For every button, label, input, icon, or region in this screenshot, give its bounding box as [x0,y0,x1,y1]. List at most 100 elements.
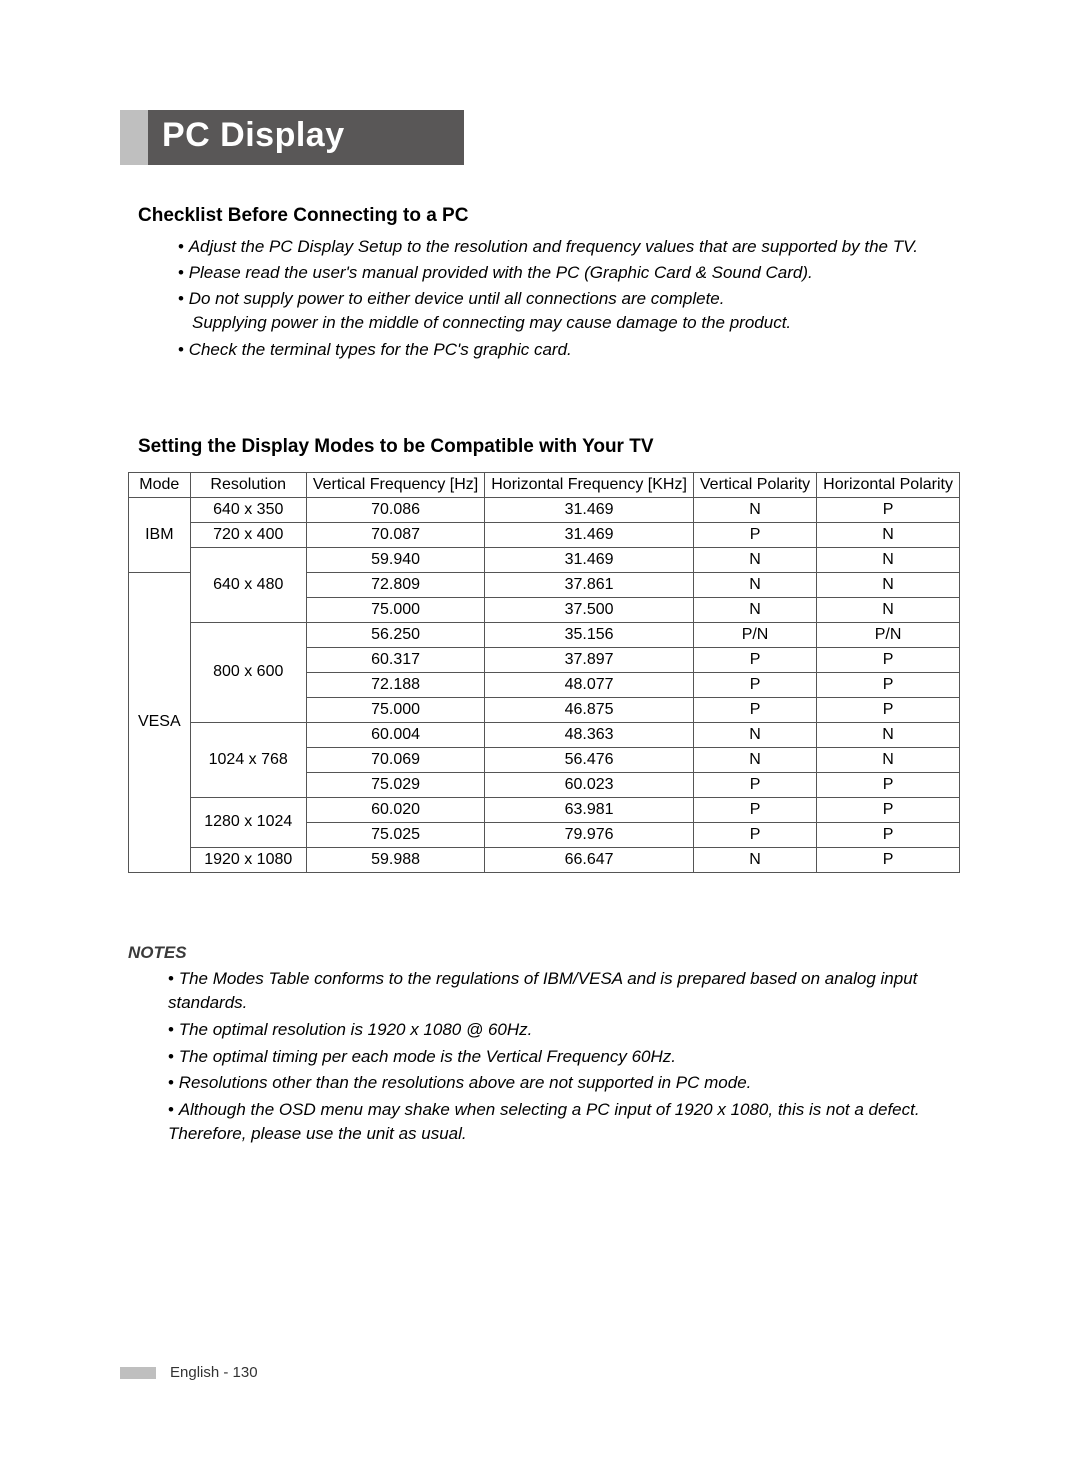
cell-horizontal-frequency: 66.647 [485,847,694,872]
cell-horizontal-frequency: 35.156 [485,622,694,647]
checklist-item: Check the terminal types for the PC's gr… [178,338,960,362]
cell-horizontal-frequency: 48.077 [485,672,694,697]
cell-resolution: 1280 x 1024 [190,797,306,847]
cell-vertical-polarity: P [693,697,816,722]
cell-vertical-polarity: P [693,647,816,672]
cell-vertical-frequency: 60.020 [306,797,484,822]
modes-table: Mode Resolution Vertical Frequency [Hz] … [128,472,960,873]
cell-horizontal-polarity: N [817,572,960,597]
checklist-item: Please read the user's manual provided w… [178,261,960,285]
table-row: IBM640 x 35070.08631.469NP [129,497,960,522]
page: PC Display Checklist Before Connecting t… [0,0,1080,1473]
page-title: PC Display [148,110,464,165]
cell-horizontal-polarity: N [817,597,960,622]
cell-vertical-polarity: N [693,747,816,772]
cell-horizontal-frequency: 37.861 [485,572,694,597]
notes-item: Resolutions other than the resolutions a… [168,1071,960,1096]
cell-horizontal-polarity: N [817,722,960,747]
cell-resolution: 800 x 600 [190,622,306,722]
th-resolution: Resolution [190,472,306,497]
cell-horizontal-polarity: P [817,797,960,822]
cell-horizontal-frequency: 79.976 [485,822,694,847]
cell-resolution: 1920 x 1080 [190,847,306,872]
cell-vertical-polarity: P [693,797,816,822]
cell-horizontal-frequency: 31.469 [485,522,694,547]
th-horizontal-polarity: Horizontal Polarity [817,472,960,497]
footer-accent-swatch [120,1367,156,1379]
cell-vertical-frequency: 72.809 [306,572,484,597]
cell-vertical-polarity: N [693,497,816,522]
cell-vertical-frequency: 60.004 [306,722,484,747]
notes-item: The Modes Table conforms to the regulati… [168,967,960,1016]
notes-item: Although the OSD menu may shake when sel… [168,1098,960,1147]
cell-horizontal-polarity: P [817,672,960,697]
cell-vertical-polarity: N [693,572,816,597]
cell-horizontal-frequency: 31.469 [485,547,694,572]
cell-vertical-polarity: P [693,522,816,547]
section-heading-modes: Setting the Display Modes to be Compatib… [138,436,960,458]
th-vertical-polarity: Vertical Polarity [693,472,816,497]
notes-item: The optimal timing per each mode is the … [168,1045,960,1070]
cell-vertical-polarity: P [693,772,816,797]
cell-vertical-frequency: 75.025 [306,822,484,847]
cell-horizontal-frequency: 48.363 [485,722,694,747]
cell-resolution: 640 x 480 [190,547,306,622]
cell-horizontal-polarity: P [817,822,960,847]
cell-vertical-frequency: 56.250 [306,622,484,647]
table-row: 720 x 40070.08731.469PN [129,522,960,547]
table-row: 1280 x 102460.02063.981PP [129,797,960,822]
checklist-item: Adjust the PC Display Setup to the resol… [178,235,960,259]
cell-horizontal-polarity: N [817,522,960,547]
title-row: PC Display [120,110,960,165]
page-footer: English - 130 [120,1364,258,1381]
cell-resolution: 640 x 350 [190,497,306,522]
cell-vertical-frequency: 72.188 [306,672,484,697]
cell-vertical-frequency: 59.940 [306,547,484,572]
cell-horizontal-frequency: 63.981 [485,797,694,822]
footer-text: English - 130 [170,1364,258,1381]
cell-vertical-polarity: N [693,722,816,747]
table-row: 800 x 60056.25035.156P/NP/N [129,622,960,647]
cell-horizontal-frequency: 37.500 [485,597,694,622]
cell-vertical-frequency: 70.086 [306,497,484,522]
cell-horizontal-polarity: P/N [817,622,960,647]
notes-list: The Modes Table conforms to the regulati… [128,967,960,1147]
cell-vertical-polarity: N [693,597,816,622]
cell-horizontal-frequency: 60.023 [485,772,694,797]
cell-resolution: 720 x 400 [190,522,306,547]
cell-horizontal-polarity: N [817,547,960,572]
cell-horizontal-polarity: P [817,497,960,522]
cell-mode: IBM [129,497,191,572]
title-accent-swatch [120,110,148,165]
section-heading-checklist: Checklist Before Connecting to a PC [138,205,960,227]
cell-horizontal-polarity: P [817,772,960,797]
cell-mode: VESA [129,572,191,872]
cell-vertical-frequency: 75.000 [306,597,484,622]
cell-vertical-frequency: 70.069 [306,747,484,772]
cell-horizontal-frequency: 37.897 [485,647,694,672]
cell-vertical-frequency: 59.988 [306,847,484,872]
table-row: 1024 x 76860.00448.363NN [129,722,960,747]
checklist-item: Do not supply power to either device unt… [178,287,960,335]
cell-resolution: 1024 x 768 [190,722,306,797]
cell-vertical-polarity: P/N [693,622,816,647]
cell-vertical-polarity: P [693,822,816,847]
cell-horizontal-polarity: P [817,647,960,672]
cell-horizontal-frequency: 56.476 [485,747,694,772]
cell-vertical-polarity: P [693,672,816,697]
notes-item: The optimal resolution is 1920 x 1080 @ … [168,1018,960,1043]
th-vertical-frequency: Vertical Frequency [Hz] [306,472,484,497]
table-row: 1920 x 108059.98866.647NP [129,847,960,872]
cell-vertical-polarity: N [693,847,816,872]
notes-heading: NOTES [128,943,960,963]
cell-vertical-frequency: 75.000 [306,697,484,722]
cell-vertical-frequency: 70.087 [306,522,484,547]
table-row: 640 x 48059.94031.469NN [129,547,960,572]
cell-horizontal-polarity: P [817,697,960,722]
cell-horizontal-frequency: 46.875 [485,697,694,722]
cell-vertical-frequency: 75.029 [306,772,484,797]
cell-vertical-frequency: 60.317 [306,647,484,672]
th-horizontal-frequency: Horizontal Frequency [KHz] [485,472,694,497]
cell-vertical-polarity: N [693,547,816,572]
th-mode: Mode [129,472,191,497]
